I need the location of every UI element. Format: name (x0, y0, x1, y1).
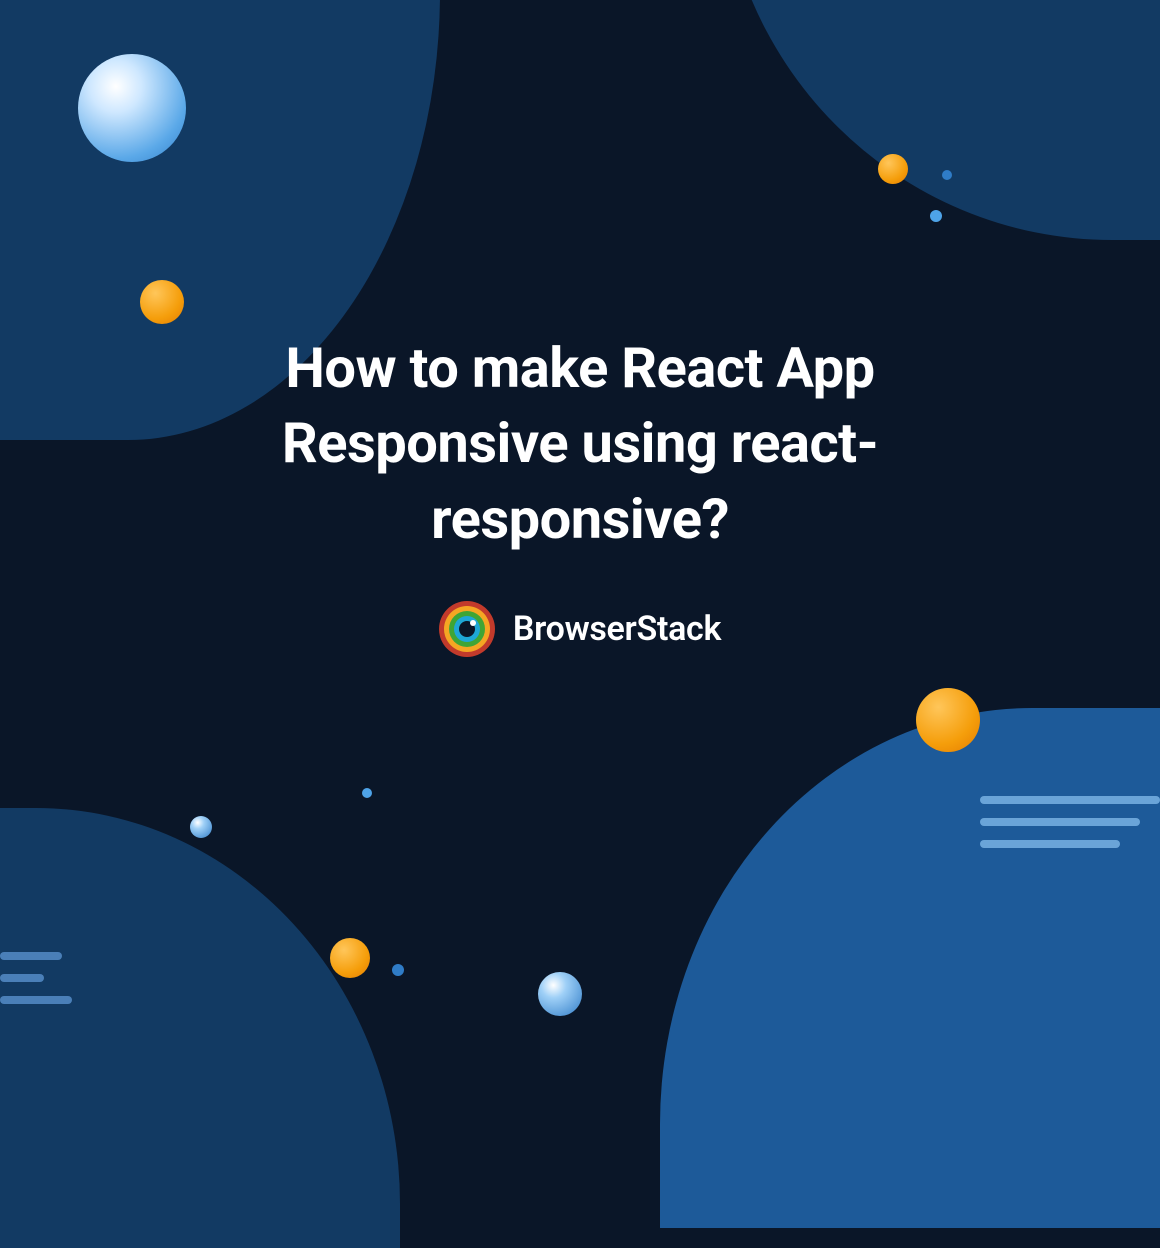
brand-name: BrowserStack (513, 609, 721, 649)
browserstack-logo-icon (439, 601, 495, 657)
brand-lockup: BrowserStack (439, 601, 721, 657)
headline: How to make React App Responsive using r… (170, 331, 990, 558)
center-content: How to make React App Responsive using r… (0, 0, 1160, 1048)
promo-graphic: How to make React App Responsive using r… (0, 0, 1160, 1048)
